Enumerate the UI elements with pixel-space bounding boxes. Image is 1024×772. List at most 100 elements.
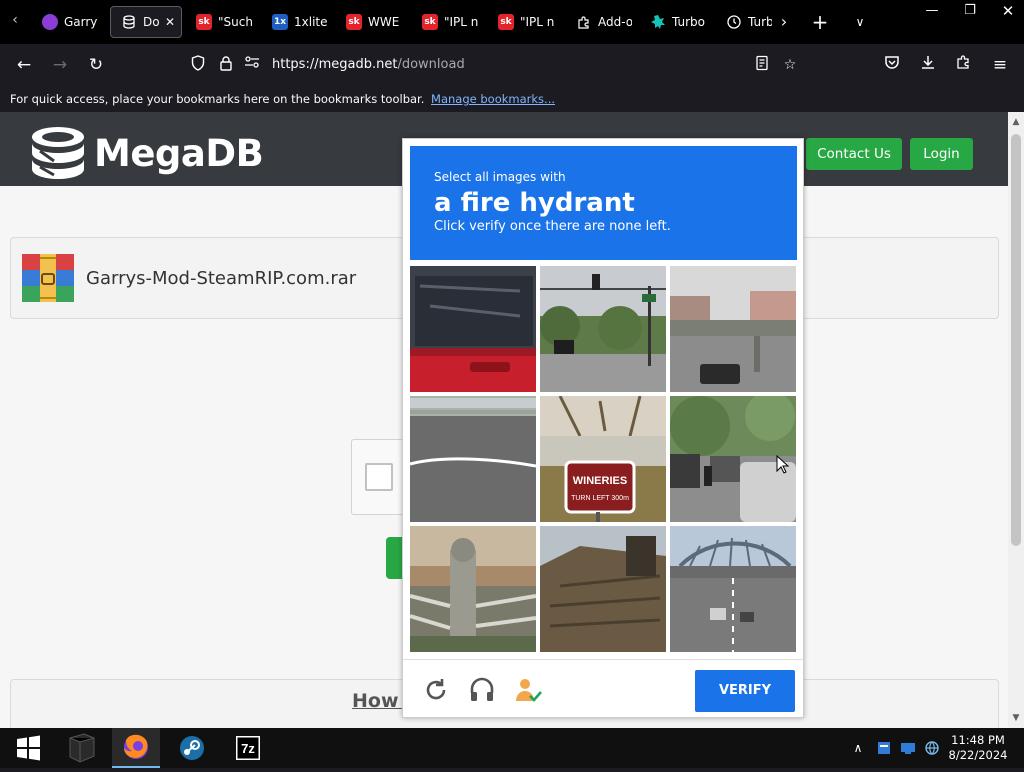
challenge-instruction: Select all images with [434,170,566,184]
scroll-up-icon[interactable]: ▲ [1008,114,1024,130]
restore-icon[interactable]: ❐ [952,0,988,22]
rar-archive-icon [22,254,74,302]
show-hidden-icons-icon[interactable]: ∧ [850,740,866,756]
network-icon[interactable] [900,740,916,756]
challenge-header: Select all images with a fire hydrant Cl… [410,146,797,260]
tab-1xlite[interactable]: 1x 1xlite [262,6,330,38]
list-tabs-chevron-down-icon[interactable]: ∨ [848,10,872,34]
file-name: Garrys-Mod-SteamRIP.com.rar [86,268,357,289]
puzzle-icon [576,14,592,30]
tray-app-icon[interactable] [876,740,892,756]
back-icon[interactable]: ← [12,53,36,77]
tab-scroll-left-icon[interactable]: ‹ [6,12,24,32]
tab-title: Turb [748,15,772,29]
steam-icon[interactable] [168,728,216,768]
megadb-logo[interactable]: MegaDB [30,126,264,180]
bookmark-star-icon[interactable]: ☆ [780,55,800,75]
challenge-target: a fire hydrant [434,188,635,218]
lock-icon[interactable] [216,55,236,75]
scroll-down-icon[interactable]: ▼ [1008,710,1024,726]
sk-icon: sk [346,14,362,30]
tab-title: WWE [368,15,400,29]
image-tile-8[interactable] [540,526,666,652]
image-tile-2[interactable] [540,266,666,392]
challenge-subtext: Click verify once there are none left. [434,219,671,234]
image-tile-7[interactable] [410,526,536,652]
close-tab-icon[interactable]: ✕ [165,15,175,29]
firefox-icon[interactable] [112,728,160,768]
reader-view-icon[interactable] [752,55,772,75]
clock-icon [726,14,742,30]
forward-icon[interactable]: → [48,53,72,77]
image-tile-4[interactable] [410,396,536,522]
bookmarks-toolbar: For quick access, place your bookmarks h… [0,86,1024,112]
recaptcha-challenge: Select all images with a fire hydrant Cl… [402,138,804,718]
clock-time: 11:48 PM [951,733,1005,747]
contact-us-button[interactable]: Contact Us [806,138,902,170]
tab-turbo-2[interactable]: Turb [716,6,772,38]
sk-icon: sk [196,14,212,30]
menu-icon[interactable]: ≡ [988,53,1012,77]
extensions-icon[interactable] [952,53,976,77]
image-tile-9[interactable] [670,526,796,652]
permissions-icon[interactable] [242,55,262,75]
sk-icon: sk [422,14,438,30]
minimize-icon[interactable]: — [914,0,950,22]
clock-date: 8/22/2024 [948,748,1008,762]
manage-bookmarks-link[interactable]: Manage bookmarks... [431,92,555,106]
sk-icon: sk [498,14,514,30]
buster-solver-icon[interactable] [513,675,543,705]
database-logo-icon [32,127,84,179]
tab-strip: ‹ Garry Do ✕ sk "Such 1x 1xlite sk WWE s… [0,0,1024,44]
downloads-icon[interactable] [916,53,940,77]
7zip-label: 7z [241,741,255,756]
tab-download[interactable]: Do ✕ [110,6,182,38]
1x-icon: 1x [272,14,288,30]
recaptcha-checkbox[interactable] [365,463,393,491]
url-path: /download [397,57,465,72]
tab-addons[interactable]: Add-o [566,6,632,38]
taskbar: 7z ∧ 11:48 PM 8/22/2024 [0,728,1024,768]
shield-icon[interactable] [188,55,208,75]
tab-title: "IPL n [520,15,554,29]
tab-title: "IPL n [444,15,478,29]
verify-button[interactable]: VERIFY [695,670,795,712]
logo-text: MegaDB [94,131,264,175]
start-icon[interactable] [4,728,52,768]
tab-scroll-right-icon[interactable]: › [772,10,796,34]
tab-ipl-2[interactable]: sk "IPL n [488,6,554,38]
page-scrollbar[interactable]: ▲ ▼ [1008,112,1024,728]
close-window-icon[interactable]: ✕ [990,0,1024,22]
scrollbar-thumb[interactable] [1011,134,1021,546]
image-grid: WINERIES TURN LEFT 300m [410,266,800,656]
globe-icon[interactable] [924,740,940,756]
challenge-footer: VERIFY [403,659,803,717]
tab-title: 1xlite [294,15,328,29]
tab-such[interactable]: sk "Such [186,6,256,38]
image-tile-1[interactable] [410,266,536,392]
database-icon [121,14,137,30]
audio-challenge-icon[interactable] [467,675,497,705]
url-text[interactable]: https://megadb.net/download [272,57,465,72]
system-clock[interactable]: 11:48 PM 8/22/2024 [944,733,1012,763]
mouse-cursor-icon [776,455,790,474]
purple-gem-icon [42,14,58,30]
tab-wwe[interactable]: sk WWE [336,6,404,38]
login-button[interactable]: Login [910,138,973,170]
tab-turbo-1[interactable]: Turbo [640,6,710,38]
reload-challenge-icon[interactable] [421,675,451,705]
image-tile-5[interactable]: WINERIES TURN LEFT 300m [540,396,666,522]
terminal-icon[interactable] [58,728,106,768]
tab-title: Turbo [672,15,706,29]
7zip-icon[interactable]: 7z [224,728,272,768]
image-tile-3[interactable] [670,266,796,392]
tab-title: "Such [218,15,253,29]
reload-icon[interactable]: ↻ [84,53,108,77]
new-tab-icon[interactable]: + [808,10,832,34]
navigation-toolbar: ← → ↻ https://megadb.net/download ☆ ≡ [0,44,1024,86]
turbo-icon [650,14,666,30]
tab-garry[interactable]: Garry [32,6,102,38]
address-bar[interactable]: https://megadb.net/download ☆ [180,50,810,80]
pocket-icon[interactable] [880,53,904,77]
tab-ipl-1[interactable]: sk "IPL n [412,6,478,38]
